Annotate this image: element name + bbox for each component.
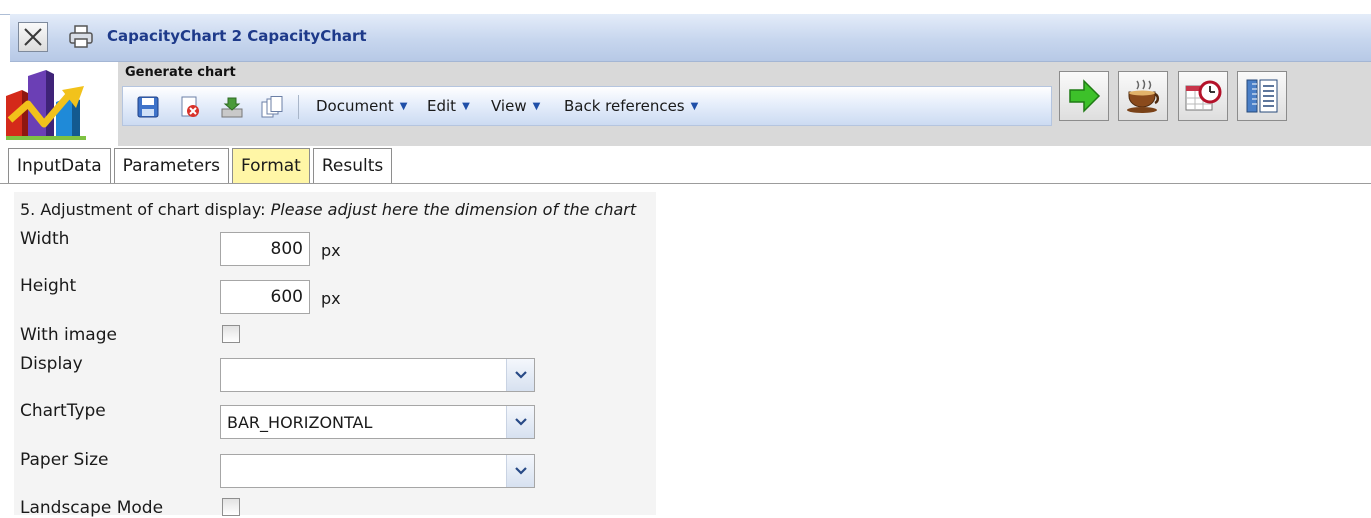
paper-size-dropdown-button[interactable] <box>506 455 534 487</box>
paper-size-label: Paper Size <box>20 450 109 470</box>
tab-results[interactable]: Results <box>312 148 393 183</box>
import-button[interactable] <box>220 95 244 119</box>
print-button[interactable] <box>66 22 96 52</box>
display-label: Display <box>20 354 83 374</box>
tab-format[interactable]: Format <box>231 148 310 183</box>
menu-back-references[interactable]: Back references ▼ <box>564 97 698 115</box>
save-button[interactable] <box>136 95 160 119</box>
title-bar: CapacityChart 2 CapacityChart <box>10 14 1371 62</box>
window-title: CapacityChart 2 CapacityChart <box>107 27 367 45</box>
calendar-clock-icon <box>1185 80 1222 111</box>
menu-view-label: View <box>491 97 527 115</box>
with-image-label: With image <box>20 325 117 345</box>
width-input[interactable] <box>220 232 310 266</box>
menu-back-references-label: Back references <box>564 97 685 115</box>
tab-bar: InputData Parameters Format Results <box>8 148 395 184</box>
toolbar-heading: Generate chart <box>125 65 236 80</box>
height-label: Height <box>20 276 77 296</box>
ruler-chart-icon <box>1246 79 1278 113</box>
chevron-down-icon <box>514 371 527 379</box>
chevron-down-icon <box>514 467 527 475</box>
save-icon <box>137 96 159 118</box>
break-button[interactable] <box>1118 71 1168 121</box>
measure-button[interactable] <box>1237 71 1287 121</box>
with-image-checkbox[interactable] <box>222 325 240 343</box>
charttype-label: ChartType <box>20 401 106 421</box>
run-button[interactable] <box>1059 71 1109 121</box>
width-unit: px <box>321 241 341 260</box>
window-top-edge <box>0 0 1371 15</box>
menu-edit-label: Edit <box>427 97 457 115</box>
tab-divider <box>0 183 1371 184</box>
tab-inputdata[interactable]: InputData <box>8 148 111 183</box>
menu-document[interactable]: Document ▼ <box>316 97 407 115</box>
section-hint: Please adjust here the dimension of the … <box>270 200 637 219</box>
landscape-label: Landscape Mode <box>20 498 164 518</box>
menu-view[interactable]: View ▼ <box>491 97 540 115</box>
height-input[interactable] <box>220 280 310 314</box>
run-arrow-icon <box>1069 79 1101 113</box>
chevron-down-icon <box>514 418 527 426</box>
section-number: 5. Adjustment of chart display: <box>20 200 266 219</box>
tab-parameters[interactable]: Parameters <box>113 148 229 183</box>
printer-icon <box>69 25 93 48</box>
menu-bar: Document ▼ Edit ▼ View ▼ Back references… <box>122 86 1052 126</box>
charttype-value: BAR_HORIZONTAL <box>227 413 373 432</box>
copy-button[interactable] <box>260 95 284 119</box>
import-icon <box>221 97 243 118</box>
charttype-dropdown-button[interactable] <box>506 406 534 438</box>
close-icon <box>24 28 42 46</box>
copy-icon <box>261 96 283 118</box>
height-unit: px <box>321 289 341 308</box>
caret-down-icon: ▼ <box>462 100 470 112</box>
display-select[interactable] <box>220 358 535 392</box>
menu-document-label: Document <box>316 97 394 115</box>
toolbar-band: Generate chart Document ▼ Edit ▼ View ▼ … <box>0 62 1371 146</box>
menu-separator <box>298 95 299 119</box>
delete-button[interactable] <box>178 95 202 119</box>
caret-down-icon: ▼ <box>690 100 699 112</box>
app-logo <box>0 62 118 146</box>
format-panel: 5. Adjustment of chart display: Please a… <box>14 192 656 518</box>
paper-size-select[interactable] <box>220 454 535 488</box>
section-title: 5. Adjustment of chart display: Please a… <box>20 200 636 219</box>
caret-down-icon: ▼ <box>532 100 541 112</box>
caret-down-icon: ▼ <box>399 100 408 112</box>
coffee-cup-icon <box>1127 79 1160 113</box>
landscape-checkbox[interactable] <box>222 498 240 516</box>
width-label: Width <box>20 229 70 249</box>
menu-edit[interactable]: Edit ▼ <box>427 97 470 115</box>
display-dropdown-button[interactable] <box>506 359 534 391</box>
delete-icon <box>181 96 199 117</box>
charttype-select[interactable]: BAR_HORIZONTAL <box>220 405 535 439</box>
chart-logo-icon <box>6 70 86 140</box>
schedule-button[interactable] <box>1178 71 1228 121</box>
close-button[interactable] <box>18 22 48 52</box>
